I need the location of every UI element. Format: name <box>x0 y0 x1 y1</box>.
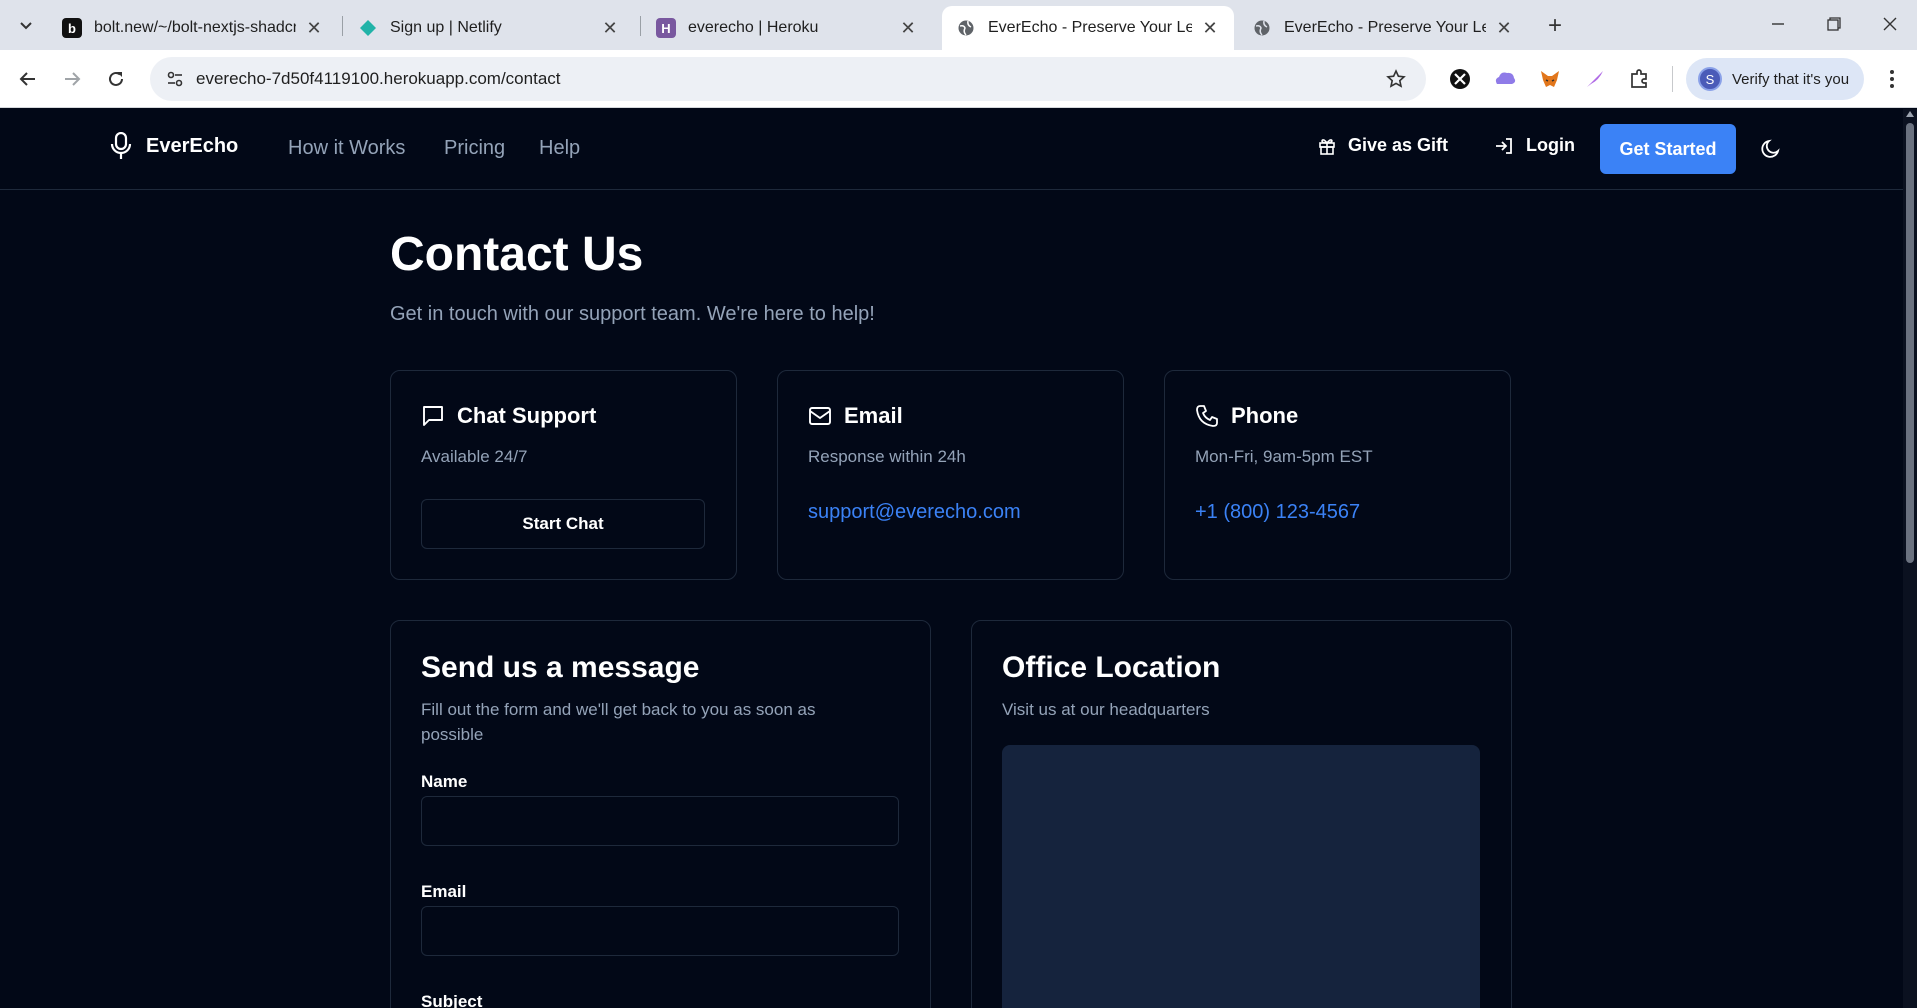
avatar: S <box>1698 67 1722 91</box>
close-tab-icon[interactable]: ✕ <box>1200 18 1220 38</box>
heroku-favicon-icon: H <box>656 18 676 38</box>
email-input[interactable] <box>421 906 899 956</box>
office-subtitle: Visit us at our headquarters <box>1002 700 1210 719</box>
page-scrollbar[interactable] <box>1903 109 1917 1008</box>
new-tab-plus-icon[interactable]: + <box>1540 11 1570 41</box>
login-button[interactable]: Login <box>1494 135 1575 156</box>
site-header: EverEcho How it Works Pricing Help Give … <box>0 109 1903 190</box>
support-email-link[interactable]: support@everecho.com <box>808 501 1021 524</box>
page-subtitle: Get in touch with our support team. We'r… <box>390 303 875 325</box>
chat-support-heading: Chat Support <box>421 403 596 429</box>
toolbar-divider <box>1672 66 1673 92</box>
microphone-icon <box>108 131 134 161</box>
nav-pricing[interactable]: Pricing <box>444 137 505 160</box>
netlify-favicon-icon <box>358 18 378 38</box>
close-tab-icon[interactable]: ✕ <box>600 18 620 38</box>
bookmark-star-icon[interactable] <box>1384 67 1408 91</box>
brand-logo[interactable]: EverEcho <box>108 131 238 161</box>
globe-icon <box>956 18 976 38</box>
name-input[interactable] <box>421 796 899 846</box>
brand-name: EverEcho <box>146 134 239 157</box>
browser-tab-heroku[interactable]: H everecho | Heroku ✕ <box>642 6 932 50</box>
restore-icon[interactable] <box>1814 8 1854 40</box>
tab-divider <box>640 16 641 36</box>
browser-tab-everecho-active[interactable]: EverEcho - Preserve Your Legacy ✕ <box>942 6 1234 50</box>
close-window-icon[interactable] <box>1870 8 1910 40</box>
nav-help[interactable]: Help <box>539 137 580 160</box>
globe-icon <box>1252 18 1272 38</box>
chat-bubble-icon <box>423 406 443 426</box>
message-form-card: Send us a message Fill out the form and … <box>390 620 931 1008</box>
card-description: Response within 24h <box>808 447 966 466</box>
office-title: Office Location <box>1002 651 1221 684</box>
tab-title: bolt.new/~/bolt-nextjs-shadcn- <box>94 19 296 36</box>
reload-icon[interactable] <box>98 61 134 97</box>
email-label: Email <box>421 882 467 901</box>
phone-heading: Phone <box>1195 403 1298 429</box>
minimize-icon[interactable] <box>1758 8 1798 40</box>
tab-title: EverEcho - Preserve Your Legacy <box>1284 19 1486 36</box>
close-tab-icon[interactable]: ✕ <box>304 18 324 38</box>
tab-divider <box>342 16 343 36</box>
form-title: Send us a message <box>421 651 700 684</box>
email-card: Email Response within 24h support@everec… <box>777 370 1124 580</box>
login-icon <box>1496 137 1512 154</box>
scroll-up-arrow-icon[interactable] <box>1906 111 1914 117</box>
office-location-card: Office Location Visit us at our headquar… <box>971 620 1512 1008</box>
scrollbar-thumb[interactable] <box>1906 123 1914 563</box>
card-description: Available 24/7 <box>421 447 528 466</box>
card-title-text: Phone <box>1231 403 1299 428</box>
name-label: Name <box>421 772 468 791</box>
mail-icon <box>809 407 831 425</box>
tab-search-icon[interactable] <box>12 11 40 39</box>
moon-theme-toggle-icon[interactable] <box>1758 136 1784 162</box>
website-viewport: EverEcho How it Works Pricing Help Give … <box>0 109 1903 1008</box>
x-extension-icon[interactable] <box>1447 66 1473 92</box>
phone-icon <box>1196 405 1218 427</box>
back-arrow-icon[interactable] <box>10 61 46 97</box>
tab-title: Sign up | Netlify <box>390 19 502 36</box>
card-title-text: Chat Support <box>457 403 597 428</box>
subject-label: Subject <box>421 992 483 1008</box>
get-started-button[interactable]: Get Started <box>1600 124 1736 174</box>
more-menu-icon[interactable] <box>1880 64 1904 94</box>
browser-tab-netlify[interactable]: Sign up | Netlify ✕ <box>344 6 634 50</box>
browser-tab-bolt[interactable]: b bolt.new/~/bolt-nextjs-shadcn- ✕ <box>48 6 338 50</box>
metamask-fox-icon[interactable] <box>1537 66 1563 92</box>
close-tab-icon[interactable]: ✕ <box>898 18 918 38</box>
give-as-gift-button[interactable]: Give as Gift <box>1318 135 1448 156</box>
extensions-puzzle-icon[interactable] <box>1627 66 1653 92</box>
gift-label: Give as Gift <box>1348 135 1449 155</box>
browser-tab-bar: b bolt.new/~/bolt-nextjs-shadcn- ✕ Sign … <box>0 0 1917 50</box>
close-tab-icon[interactable]: ✕ <box>1494 18 1514 38</box>
feather-extension-icon[interactable] <box>1582 66 1608 92</box>
verify-profile-button[interactable]: S Verify that it's you <box>1686 58 1864 100</box>
map-placeholder[interactable] <box>1002 745 1480 1008</box>
phone-card: Phone Mon-Fri, 9am-5pm EST +1 (800) 123-… <box>1164 370 1511 580</box>
browser-tab-everecho[interactable]: EverEcho - Preserve Your Legacy ✕ <box>1238 6 1528 50</box>
address-bar[interactable]: everecho-7d50f4119100.herokuapp.com/cont… <box>150 57 1426 101</box>
browser-toolbar: everecho-7d50f4119100.herokuapp.com/cont… <box>0 50 1917 108</box>
page-title: Contact Us <box>390 228 644 281</box>
login-label: Login <box>1526 135 1575 155</box>
url-text[interactable]: everecho-7d50f4119100.herokuapp.com/cont… <box>196 69 561 89</box>
tab-title: EverEcho - Preserve Your Legacy <box>988 19 1192 36</box>
cloud-extension-icon[interactable] <box>1492 66 1518 92</box>
start-chat-button[interactable]: Start Chat <box>421 499 705 549</box>
chat-support-card: Chat Support Available 24/7 Start Chat <box>390 370 737 580</box>
tab-title: everecho | Heroku <box>688 19 819 36</box>
site-settings-icon[interactable] <box>164 68 186 90</box>
forward-arrow-icon[interactable] <box>54 61 90 97</box>
bolt-favicon-icon: b <box>62 18 82 38</box>
nav-how-it-works[interactable]: How it Works <box>288 137 405 160</box>
gift-icon <box>1319 138 1335 155</box>
verify-label: Verify that it's you <box>1732 70 1850 88</box>
card-description: Mon-Fri, 9am-5pm EST <box>1195 447 1373 466</box>
card-title-text: Email <box>844 403 903 428</box>
form-subtitle: Fill out the form and we'll get back to … <box>421 700 816 744</box>
email-heading: Email <box>808 403 903 429</box>
support-phone-link[interactable]: +1 (800) 123-4567 <box>1195 501 1360 524</box>
